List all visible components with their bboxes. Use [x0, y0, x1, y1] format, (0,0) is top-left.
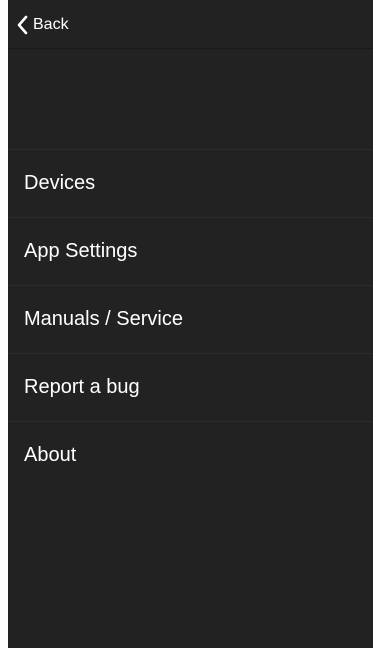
chevron-left-icon: [16, 15, 28, 35]
side-menu-screen: Back Devices App Settings Manuals / Serv…: [8, 0, 373, 648]
menu-item-report-bug[interactable]: Report a bug: [8, 354, 373, 422]
back-button[interactable]: Back: [16, 13, 69, 37]
menu-item-about[interactable]: About: [8, 422, 373, 489]
menu-item-manuals-service[interactable]: Manuals / Service: [8, 286, 373, 354]
menu-item-label: About: [24, 444, 77, 466]
back-label: Back: [33, 16, 69, 33]
menu-item-label: Manuals / Service: [24, 308, 183, 330]
menu-item-app-settings[interactable]: App Settings: [8, 218, 373, 286]
menu-item-label: Devices: [24, 172, 96, 194]
menu-list: Devices App Settings Manuals / Service R…: [8, 149, 373, 489]
menu-item-label: Report a bug: [24, 376, 140, 398]
menu-item-devices[interactable]: Devices: [8, 150, 373, 218]
navigation-bar: Back: [8, 0, 373, 49]
menu-item-label: App Settings: [24, 240, 138, 262]
